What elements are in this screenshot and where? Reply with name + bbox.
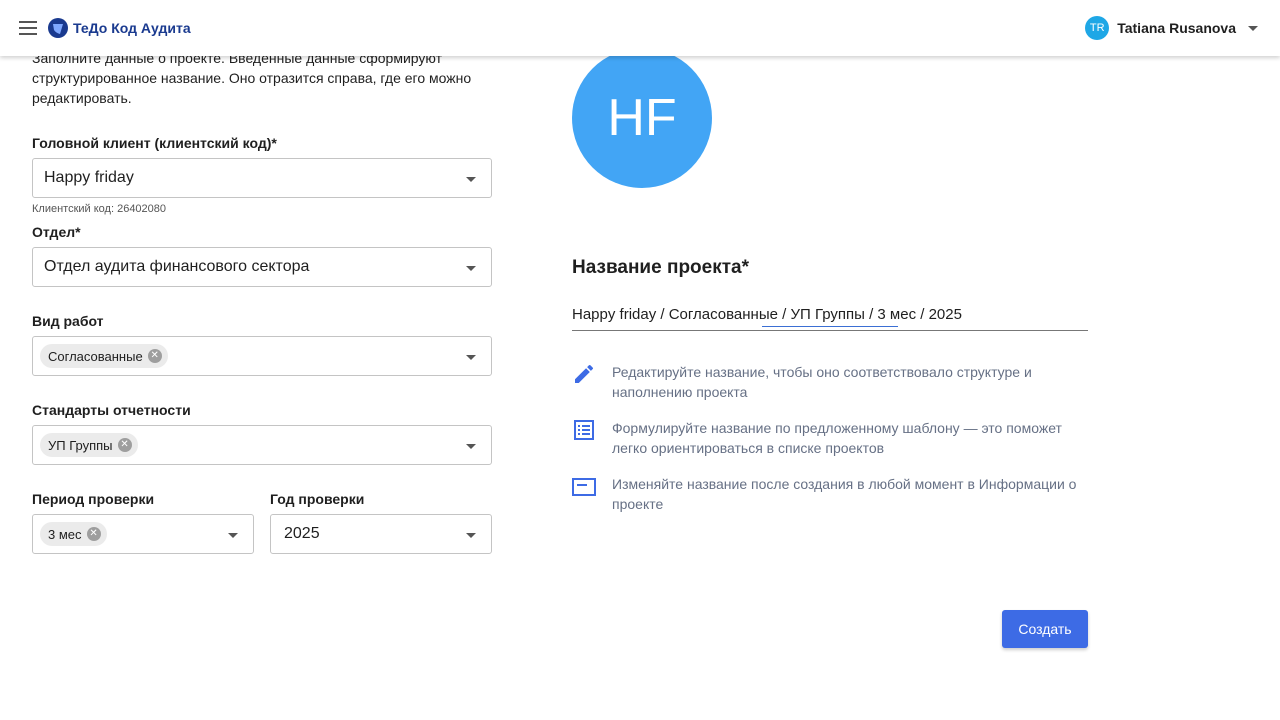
chevron-down-icon [466, 355, 476, 360]
chip-label: УП Группы [48, 437, 113, 453]
user-menu[interactable]: TR Tatiana Rusanova [1085, 16, 1258, 40]
chip-label: 3 мес [48, 526, 82, 542]
tip-item: Формулируйте название по предложенному ш… [572, 418, 1092, 458]
logo-icon [48, 18, 68, 38]
tip-text: Редактируйте название, чтобы оно соответ… [612, 364, 1032, 400]
tip-item: Изменяйте название после создания в любо… [572, 474, 1092, 514]
work-type-chip: Согласованные ✕ [40, 344, 168, 368]
chevron-down-icon [466, 444, 476, 449]
chevron-down-icon [1248, 25, 1258, 31]
year-select[interactable]: 2025 [270, 514, 492, 554]
project-name-input[interactable]: Happy friday / Согласованные / УП Группы… [572, 303, 1088, 331]
project-name-title: Название проекта* [572, 257, 749, 278]
user-name: Tatiana Rusanova [1117, 20, 1236, 36]
chevron-down-icon [466, 533, 476, 538]
tip-item: Редактируйте название, чтобы оно соответ… [572, 362, 1092, 402]
list-icon [574, 420, 594, 440]
standards-label: Стандарты отчетности [32, 402, 191, 418]
remove-chip-icon[interactable]: ✕ [86, 527, 101, 541]
chevron-down-icon [466, 177, 476, 182]
avatar: TR [1085, 16, 1110, 40]
pencil-icon [575, 364, 594, 383]
card-icon [572, 478, 596, 496]
client-select[interactable]: Happy friday [32, 158, 492, 198]
app-title[interactable]: ТеДо Код Аудита [73, 20, 191, 36]
department-label: Отдел* [32, 224, 81, 240]
department-select[interactable]: Отдел аудита финансового сектора [32, 247, 492, 287]
menu-icon[interactable] [16, 16, 40, 40]
period-select[interactable]: 3 мес ✕ [32, 514, 254, 554]
year-label: Год проверки [270, 491, 365, 507]
create-button[interactable]: Создать [1002, 610, 1088, 648]
standards-chip: УП Группы ✕ [40, 433, 138, 457]
year-value: 2025 [284, 525, 320, 542]
tip-text: Формулируйте название по предложенному ш… [612, 420, 1062, 456]
period-chip: 3 мес ✕ [40, 522, 107, 546]
chip-label: Согласованные [48, 348, 143, 364]
work-type-select[interactable]: Согласованные ✕ [32, 336, 492, 376]
top-bar: ТеДо Код Аудита TR Tatiana Rusanova [0, 0, 1280, 56]
standards-select[interactable]: УП Группы ✕ [32, 425, 492, 465]
intro-text: Заполните данные о проекте. Введенные да… [32, 50, 472, 106]
department-value: Отдел аудита финансового сектора [44, 258, 310, 275]
project-avatar: HF [572, 48, 712, 188]
spellcheck-underline [762, 326, 898, 327]
chevron-down-icon [228, 533, 238, 538]
remove-chip-icon[interactable]: ✕ [117, 438, 132, 452]
client-value: Happy friday [44, 169, 134, 186]
chevron-down-icon [466, 266, 476, 271]
project-name-value: Happy friday / Согласованные / УП Группы… [572, 306, 962, 323]
work-type-label: Вид работ [32, 313, 104, 329]
period-label: Период проверки [32, 491, 155, 507]
client-label: Головной клиент (клиентский код)* [32, 135, 277, 151]
remove-chip-icon[interactable]: ✕ [147, 349, 162, 363]
client-code-hint: Клиентский код: 26402080 [32, 203, 167, 215]
tip-text: Изменяйте название после создания в любо… [612, 476, 1077, 512]
